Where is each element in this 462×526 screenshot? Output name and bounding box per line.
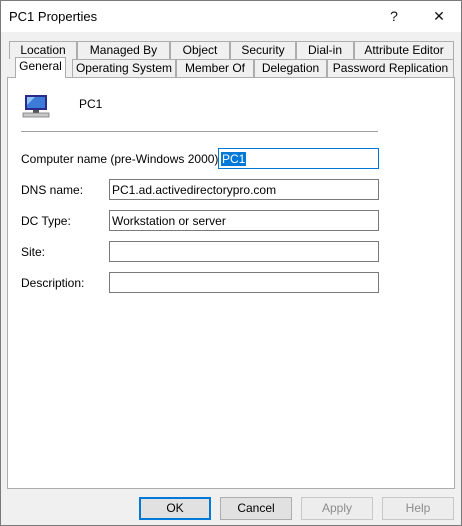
site-label: Site: — [21, 245, 46, 259]
tab-general[interactable]: General — [15, 57, 66, 78]
dns-name-label: DNS name: — [21, 183, 84, 197]
site-field[interactable] — [109, 241, 379, 262]
tab-dial-in[interactable]: Dial-in — [296, 41, 354, 59]
apply-button[interactable]: Apply — [301, 497, 373, 520]
tab-attribute-editor[interactable]: Attribute Editor — [354, 41, 454, 59]
prewin2000-name-field[interactable]: PC1 — [218, 148, 379, 169]
description-label: Description: — [21, 276, 85, 290]
cancel-button[interactable]: Cancel — [220, 497, 292, 520]
prewin2000-label: Computer name (pre-Windows 2000): — [21, 152, 222, 166]
tab-object[interactable]: Object — [170, 41, 230, 59]
dc-type-field[interactable]: Workstation or server — [109, 210, 379, 231]
help-icon[interactable]: ? — [371, 1, 417, 32]
window-title: PC1 Properties — [9, 9, 98, 24]
title-bar: PC1 Properties ? ✕ — [1, 1, 461, 32]
prewin2000-value: PC1 — [221, 152, 247, 166]
dc-type-label: DC Type: — [21, 214, 71, 228]
divider — [21, 131, 378, 132]
close-icon[interactable]: ✕ — [416, 1, 462, 32]
tab-delegation[interactable]: Delegation — [254, 59, 327, 77]
help-button[interactable]: Help — [382, 497, 454, 520]
description-field[interactable] — [109, 272, 379, 293]
tab-operating-system[interactable]: Operating System — [72, 59, 176, 77]
tab-member-of[interactable]: Member Of — [176, 59, 254, 77]
computer-icon — [22, 95, 50, 118]
ok-button[interactable]: OK — [139, 497, 211, 520]
tab-password-replication[interactable]: Password Replication — [327, 59, 454, 77]
tab-security[interactable]: Security — [230, 41, 296, 59]
computer-name-heading: PC1 — [79, 97, 103, 111]
dns-name-field[interactable]: PC1.ad.activedirectorypro.com — [109, 179, 379, 200]
tab-managed-by[interactable]: Managed By — [77, 41, 170, 59]
